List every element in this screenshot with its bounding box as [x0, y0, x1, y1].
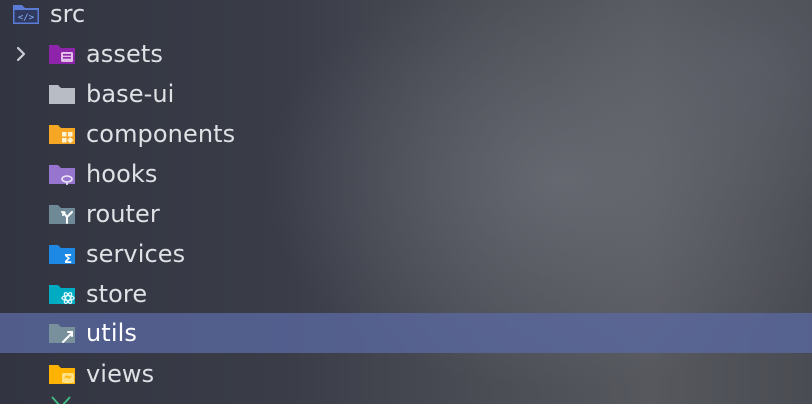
tree-item-label: store [86, 280, 148, 308]
tree-item-label: hooks [86, 160, 158, 188]
store-folder-icon [49, 285, 75, 304]
tree-item-components[interactable]: components [0, 114, 812, 154]
hooks-folder-icon [49, 165, 75, 185]
tree-item-label: router [86, 200, 160, 228]
plain-folder-icon [49, 85, 75, 104]
tree-item-services[interactable]: Σ services [0, 234, 812, 274]
tree-item-label: assets [86, 40, 163, 68]
tree-item-label: views [86, 360, 155, 388]
tree-item-label: src [50, 0, 86, 28]
tree-item-label: utils [86, 319, 137, 347]
tree-item-utils[interactable]: utils [0, 313, 812, 353]
tree-item-hooks[interactable]: hooks [0, 154, 812, 194]
file-tree: </> src assets base-ui components hooks … [0, 0, 812, 404]
tree-item-views[interactable]: views [0, 354, 812, 394]
services-folder-icon: Σ [49, 245, 75, 266]
svg-text:Σ: Σ [64, 252, 72, 266]
svg-text:</>: </> [18, 13, 35, 23]
router-folder-icon [49, 205, 75, 224]
assets-folder-icon [49, 45, 75, 64]
tree-item-base-ui[interactable]: base-ui [0, 74, 812, 114]
tree-item-src[interactable]: </> src [0, 0, 812, 34]
chevron-right-icon[interactable] [12, 45, 30, 63]
tree-item-router[interactable]: router [0, 194, 812, 234]
utils-folder-icon [49, 324, 75, 343]
tree-item-label: components [86, 120, 236, 148]
tree-item-label: base-ui [86, 80, 175, 108]
components-folder-icon [49, 125, 75, 144]
tree-item-assets[interactable]: assets [0, 34, 812, 74]
tree-item-store[interactable]: store [0, 274, 812, 314]
views-folder-icon [49, 365, 75, 384]
vue-file-icon [51, 396, 71, 404]
tree-item-label: services [86, 240, 186, 268]
src-folder-icon: </> [13, 5, 39, 24]
